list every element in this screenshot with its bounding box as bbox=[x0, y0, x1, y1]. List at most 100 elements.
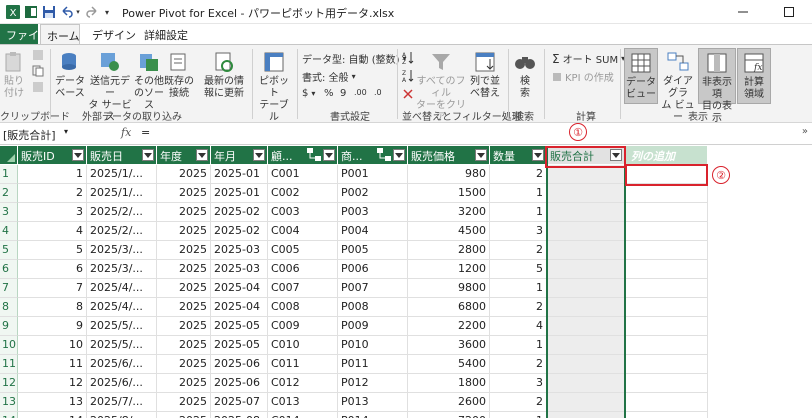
name-box[interactable]: [販売合計] ▾ bbox=[0, 125, 76, 143]
filter-dropdown-icon[interactable] bbox=[475, 149, 487, 161]
cell-prod[interactable]: P013 bbox=[338, 393, 408, 412]
cell-prod[interactable]: P010 bbox=[338, 336, 408, 355]
column-header-qty[interactable]: 数量 bbox=[490, 146, 547, 164]
cell-id[interactable]: 14 bbox=[18, 412, 87, 418]
cell-id[interactable]: 6 bbox=[18, 260, 87, 279]
cell-ym[interactable]: 2025-03 bbox=[211, 260, 268, 279]
decrease-decimal-button[interactable]: .0 bbox=[374, 88, 382, 97]
cell-total[interactable] bbox=[547, 260, 625, 279]
tab-home[interactable]: ホーム bbox=[40, 24, 80, 44]
cell-date[interactable]: 2025/1/... bbox=[87, 184, 157, 203]
cell-price[interactable]: 2200 bbox=[408, 317, 490, 336]
filter-dropdown-icon[interactable] bbox=[253, 149, 265, 161]
cell-price[interactable]: 6800 bbox=[408, 298, 490, 317]
cell-ym[interactable]: 2025-06 bbox=[211, 355, 268, 374]
cell-add[interactable] bbox=[625, 393, 708, 412]
cell-add[interactable] bbox=[625, 184, 708, 203]
cell-qty[interactable]: 2 bbox=[490, 241, 547, 260]
cell-year[interactable]: 2025 bbox=[157, 393, 211, 412]
data-type-dropdown[interactable]: データ型: 自動 (整数) ▾ bbox=[302, 51, 407, 66]
cell-cust[interactable]: C004 bbox=[268, 222, 338, 241]
column-header-id[interactable]: 販売ID bbox=[18, 146, 87, 164]
format-painter-icon[interactable] bbox=[32, 81, 44, 93]
filter-dropdown-icon[interactable] bbox=[196, 149, 208, 161]
cell-total[interactable] bbox=[547, 393, 625, 412]
percent-button[interactable]: % bbox=[324, 88, 334, 99]
comma-button[interactable]: 9 bbox=[340, 88, 346, 99]
cell-price[interactable]: 4500 bbox=[408, 222, 490, 241]
sort-ascending-icon[interactable]: AZ bbox=[402, 51, 414, 65]
cell-id[interactable]: 12 bbox=[18, 374, 87, 393]
cell-prod[interactable]: P012 bbox=[338, 374, 408, 393]
row-number[interactable]: 11 bbox=[0, 355, 18, 374]
cell-price[interactable]: 5400 bbox=[408, 355, 490, 374]
column-header-price[interactable]: 販売価格 bbox=[408, 146, 490, 164]
calculation-area-button[interactable]: fx 計算 領域 bbox=[737, 48, 771, 104]
cell-id[interactable]: 2 bbox=[18, 184, 87, 203]
cell-year[interactable]: 2025 bbox=[157, 184, 211, 203]
tab-design[interactable]: デザイン bbox=[86, 24, 142, 44]
cell-id[interactable]: 11 bbox=[18, 355, 87, 374]
cell-date[interactable]: 2025/2/... bbox=[87, 222, 157, 241]
cell-price[interactable]: 1800 bbox=[408, 374, 490, 393]
cell-ym[interactable]: 2025-04 bbox=[211, 279, 268, 298]
cell-add[interactable] bbox=[625, 260, 708, 279]
cell-id[interactable]: 13 bbox=[18, 393, 87, 412]
formula-input[interactable]: = bbox=[141, 126, 150, 139]
cell-date[interactable]: 2025/8/... bbox=[87, 412, 157, 418]
filter-dropdown-icon[interactable] bbox=[142, 149, 154, 161]
cell-total[interactable] bbox=[547, 374, 625, 393]
cell-prod[interactable]: P004 bbox=[338, 222, 408, 241]
cell-cust[interactable]: C013 bbox=[268, 393, 338, 412]
cell-total[interactable] bbox=[547, 412, 625, 418]
cell-date[interactable]: 2025/5/... bbox=[87, 336, 157, 355]
cell-price[interactable]: 2600 bbox=[408, 393, 490, 412]
sort-by-column-button[interactable]: 列で並 べ替え bbox=[468, 51, 502, 100]
cell-add[interactable] bbox=[625, 317, 708, 336]
row-number[interactable]: 5 bbox=[0, 241, 18, 260]
increase-decimal-button[interactable]: .00 bbox=[354, 88, 367, 97]
cell-year[interactable]: 2025 bbox=[157, 374, 211, 393]
cell-cust[interactable]: C014 bbox=[268, 412, 338, 418]
cell-total[interactable] bbox=[547, 184, 625, 203]
cell-id[interactable]: 5 bbox=[18, 241, 87, 260]
cell-date[interactable]: 2025/6/... bbox=[87, 374, 157, 393]
cell-qty[interactable]: 2 bbox=[490, 165, 547, 184]
cell-add[interactable] bbox=[625, 336, 708, 355]
excel-icon[interactable] bbox=[22, 3, 40, 21]
cell-ym[interactable]: 2025-03 bbox=[211, 241, 268, 260]
filter-dropdown-icon[interactable] bbox=[532, 149, 544, 161]
cell-ym[interactable]: 2025-06 bbox=[211, 374, 268, 393]
cell-prod[interactable]: P007 bbox=[338, 279, 408, 298]
cell-date[interactable]: 2025/6/... bbox=[87, 355, 157, 374]
cell-prod[interactable]: P005 bbox=[338, 241, 408, 260]
cell-id[interactable]: 7 bbox=[18, 279, 87, 298]
cell-date[interactable]: 2025/7/... bbox=[87, 393, 157, 412]
chevron-down-icon[interactable]: ▾ bbox=[64, 127, 68, 136]
cell-add[interactable] bbox=[625, 203, 708, 222]
autosum-button[interactable]: Σ オート SUM ▾ bbox=[552, 51, 625, 67]
column-header-add[interactable]: 列の追加 bbox=[625, 146, 708, 164]
data-view-button[interactable]: データ ビュー bbox=[624, 48, 658, 104]
cell-price[interactable]: 7200 bbox=[408, 412, 490, 418]
cell-ym[interactable]: 2025-05 bbox=[211, 317, 268, 336]
filter-dropdown-icon[interactable] bbox=[393, 149, 405, 161]
cell-cust[interactable]: C011 bbox=[268, 355, 338, 374]
cell-ym[interactable]: 2025-01 bbox=[211, 165, 268, 184]
cell-cust[interactable]: C006 bbox=[268, 260, 338, 279]
existing-connections-button[interactable]: 既存の 接続 bbox=[164, 51, 194, 100]
cell-year[interactable]: 2025 bbox=[157, 241, 211, 260]
cell-qty[interactable]: 1 bbox=[490, 412, 547, 418]
cell-prod[interactable]: P011 bbox=[338, 355, 408, 374]
cell-qty[interactable]: 1 bbox=[490, 279, 547, 298]
cell-year[interactable]: 2025 bbox=[157, 203, 211, 222]
row-number[interactable]: 13 bbox=[0, 393, 18, 412]
cell-qty[interactable]: 2 bbox=[490, 393, 547, 412]
cell-prod[interactable]: P003 bbox=[338, 203, 408, 222]
cell-total[interactable] bbox=[547, 298, 625, 317]
column-header-year[interactable]: 年度 bbox=[157, 146, 211, 164]
column-header-prod[interactable]: 商... bbox=[338, 146, 408, 164]
cell-add[interactable] bbox=[625, 279, 708, 298]
row-number[interactable]: 1 bbox=[0, 165, 18, 184]
redo-icon[interactable] bbox=[84, 3, 100, 21]
